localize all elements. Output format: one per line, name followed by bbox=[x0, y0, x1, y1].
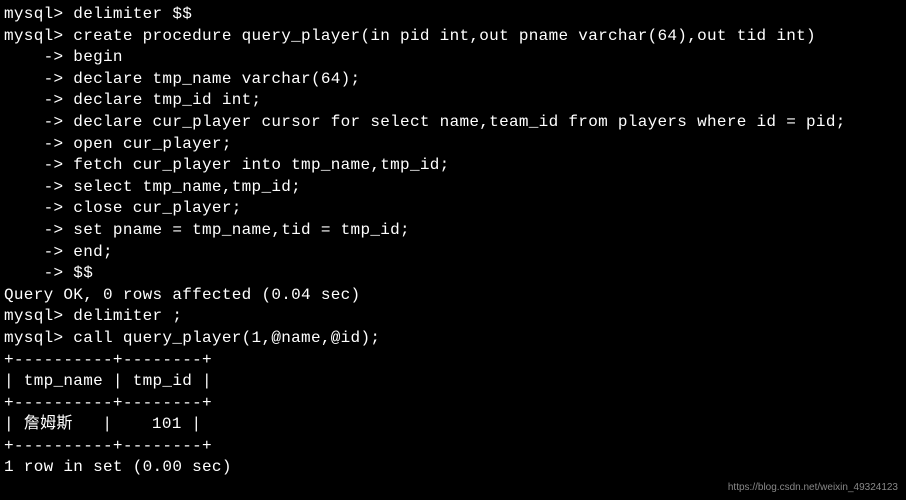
terminal-output: mysql> delimiter $$ mysql> create proced… bbox=[4, 4, 902, 479]
terminal-line: Query OK, 0 rows affected (0.04 sec) bbox=[4, 285, 902, 307]
terminal-line: -> set pname = tmp_name,tid = tmp_id; bbox=[4, 220, 902, 242]
terminal-line: mysql> delimiter ; bbox=[4, 306, 902, 328]
terminal-line: -> close cur_player; bbox=[4, 198, 902, 220]
terminal-line: +----------+--------+ bbox=[4, 393, 902, 415]
terminal-line: -> fetch cur_player into tmp_name,tmp_id… bbox=[4, 155, 902, 177]
terminal-line: -> begin bbox=[4, 47, 902, 69]
terminal-line: +----------+--------+ bbox=[4, 350, 902, 372]
terminal-line: -> declare tmp_name varchar(64); bbox=[4, 69, 902, 91]
terminal-line: -> end; bbox=[4, 242, 902, 264]
terminal-line: mysql> call query_player(1,@name,@id); bbox=[4, 328, 902, 350]
terminal-line: +----------+--------+ bbox=[4, 436, 902, 458]
terminal-line: -> declare tmp_id int; bbox=[4, 90, 902, 112]
watermark-text: https://blog.csdn.net/weixin_49324123 bbox=[728, 481, 898, 495]
terminal-line: mysql> delimiter $$ bbox=[4, 4, 902, 26]
terminal-line: -> declare cur_player cursor for select … bbox=[4, 112, 902, 134]
terminal-line: mysql> create procedure query_player(in … bbox=[4, 26, 902, 48]
terminal-line: | 詹姆斯 | 101 | bbox=[4, 414, 902, 436]
terminal-line: -> $$ bbox=[4, 263, 902, 285]
terminal-line: | tmp_name | tmp_id | bbox=[4, 371, 902, 393]
terminal-line: -> open cur_player; bbox=[4, 134, 902, 156]
terminal-line: -> select tmp_name,tmp_id; bbox=[4, 177, 902, 199]
terminal-line: 1 row in set (0.00 sec) bbox=[4, 457, 902, 479]
